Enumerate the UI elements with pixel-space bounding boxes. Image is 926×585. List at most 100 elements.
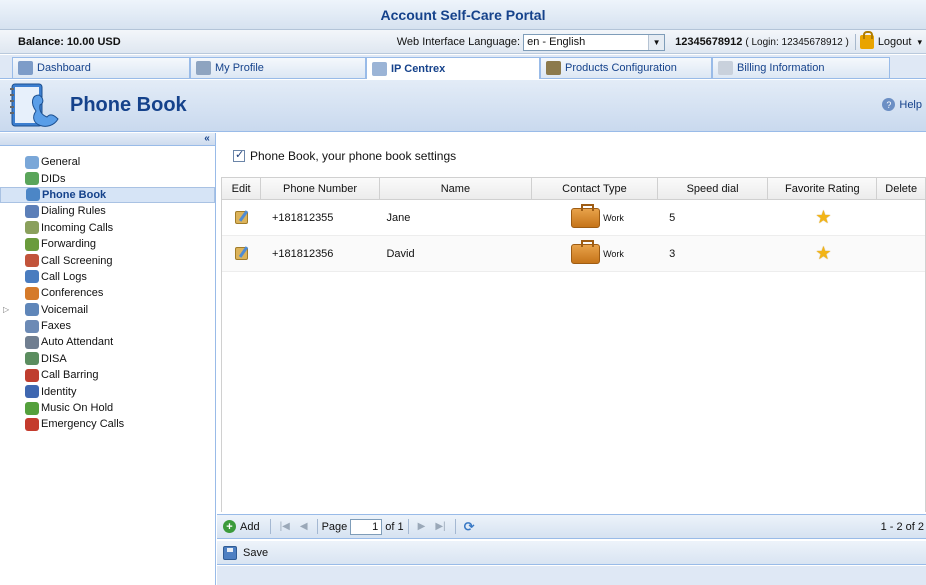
emergency-icon [25, 417, 39, 431]
sidebar-item-general[interactable]: General [0, 154, 215, 170]
portal-title: Account Self-Care Portal [380, 6, 546, 23]
delete-cell [878, 236, 925, 271]
language-select[interactable]: en - English ▼ [523, 33, 666, 51]
grid-header: Edit Phone Number Name Contact Type Spee… [222, 178, 925, 200]
sidebar-item-label: Emergency Calls [41, 418, 125, 431]
edit-icon[interactable] [234, 211, 248, 224]
logout-label: Logout [877, 36, 912, 48]
sidebar-item-music-on-hold[interactable]: Music On Hold [0, 400, 215, 416]
star-icon[interactable]: ★ [815, 243, 831, 264]
page-count: of 1 [385, 520, 404, 533]
logout-button[interactable]: Logout ▾ [859, 31, 922, 49]
contact-type-label: Work [603, 248, 624, 259]
sidebar-item-call-screening[interactable]: Call Screening [0, 252, 215, 268]
pagination-toolbar: + Add |◀ ◀ Page 1 of 1 ▶ ▶| ⟳ 1 - 2 of 2 [217, 514, 926, 539]
separator [407, 519, 409, 534]
table-row: +181812356 David Work 3 ★ [222, 236, 925, 272]
account-number: 12345678912 [675, 36, 743, 48]
portal-title-bar: Account Self-Care Portal [0, 0, 926, 30]
phone-number-cell: +181812355 [271, 211, 334, 224]
sidebar-item-label: Call Barring [41, 369, 99, 382]
music-icon [25, 401, 39, 415]
sidebar-item-label: Music On Hold [41, 402, 114, 415]
name-cell: Jane [386, 211, 411, 224]
previous-page-icon[interactable]: ◀ [300, 521, 308, 532]
add-button[interactable]: Add [240, 521, 260, 533]
billing-icon [718, 61, 733, 75]
edit-icon[interactable] [234, 247, 248, 260]
tab-label: Products Configuration [565, 62, 677, 74]
profile-icon [196, 61, 211, 75]
sidebar-item-label: Call Logs [41, 270, 87, 283]
tab-ip-centrex[interactable]: IP Centrex [366, 57, 540, 79]
sidebar-item-dialing-rules[interactable]: Dialing Rules [0, 203, 215, 219]
products-icon [546, 61, 561, 75]
sidebar-item-conferences[interactable]: Conferences [0, 285, 215, 301]
tab-products-configuration[interactable]: Products Configuration [540, 57, 712, 78]
column-header-contact-type[interactable]: Contact Type [532, 178, 658, 199]
page-title: Phone Book [70, 94, 187, 116]
sidebar-item-disa[interactable]: DISA [0, 351, 215, 367]
sidebar-item-dids[interactable]: DIDs [0, 170, 215, 186]
column-header-favorite-rating[interactable]: Favorite Rating [768, 178, 878, 199]
sidebar-item-auto-attendant[interactable]: Auto Attendant [0, 334, 215, 350]
phone-book-icon [26, 188, 40, 202]
gear-icon [372, 61, 387, 76]
first-page-icon[interactable]: |◀ [280, 521, 290, 532]
forwarding-icon [25, 237, 39, 251]
column-header-phone-number[interactable]: Phone Number [261, 178, 380, 199]
settings-label: Phone Book, your phone book settings [250, 149, 457, 163]
column-header-delete[interactable]: Delete [877, 178, 925, 199]
chevron-down-icon[interactable]: ▼ [648, 34, 665, 50]
info-bar: Balance: 10.00 USD Web Interface Languag… [0, 30, 926, 54]
separator [316, 519, 318, 534]
tab-my-profile[interactable]: My Profile [190, 57, 366, 78]
sidebar-item-identity[interactable]: Identity [0, 383, 215, 399]
sidebar-item-label: Phone Book [42, 188, 107, 201]
fax-icon [25, 319, 39, 333]
chevron-down-icon: ▾ [917, 36, 922, 47]
contact-type-cell: Work [531, 200, 659, 235]
last-page-icon[interactable]: ▶| [435, 521, 445, 532]
save-button[interactable]: Save [243, 547, 268, 559]
sidebar-item-voicemail[interactable]: ▷ Voicemail [0, 302, 215, 318]
identity-icon [25, 385, 39, 399]
phone-book-icon [6, 81, 64, 131]
help-button[interactable]: ? Help [882, 98, 922, 111]
page-header: Phone Book ? Help [0, 80, 926, 132]
tab-billing-information[interactable]: Billing Information [712, 57, 890, 78]
contact-type-cell: Work [531, 236, 659, 271]
sidebar-item-label: Dialing Rules [41, 205, 106, 218]
sidebar-item-faxes[interactable]: Faxes [0, 318, 215, 334]
save-toolbar: Save [217, 541, 926, 565]
sidebar-item-forwarding[interactable]: Forwarding [0, 236, 215, 252]
column-header-speed-dial[interactable]: Speed dial [658, 178, 769, 199]
sidebar-item-label: Voicemail [41, 303, 89, 316]
tab-dashboard[interactable]: Dashboard [12, 57, 190, 78]
star-icon[interactable]: ★ [815, 207, 831, 228]
sidebar-item-emergency-calls[interactable]: Emergency Calls [0, 416, 215, 432]
sidebar: « General DIDs Phone Book Dialing Rules … [0, 133, 216, 585]
sidebar-item-phone-book[interactable]: Phone Book [0, 186, 215, 204]
page-number-input[interactable]: 1 [350, 518, 383, 535]
call-barring-icon [25, 368, 39, 382]
save-icon[interactable] [223, 545, 237, 560]
column-header-edit[interactable]: Edit [222, 178, 262, 199]
separator [854, 34, 856, 50]
speed-dial-cell: 5 [669, 211, 676, 224]
speed-dial-cell: 3 [669, 247, 676, 260]
dashboard-icon [18, 61, 33, 75]
column-header-name[interactable]: Name [380, 178, 532, 199]
favorite-cell: ★ [769, 200, 877, 235]
add-icon[interactable]: + [223, 520, 236, 533]
settings-checkbox[interactable] [233, 148, 245, 162]
sidebar-item-call-logs[interactable]: Call Logs [0, 269, 215, 285]
did-icon [25, 172, 39, 186]
sidebar-item-incoming-calls[interactable]: Incoming Calls [0, 220, 215, 236]
sidebar-item-call-barring[interactable]: Call Barring [0, 367, 215, 383]
expand-icon[interactable]: ▷ [3, 305, 9, 314]
next-page-icon[interactable]: ▶ [418, 521, 426, 532]
phone-book-settings-toggle[interactable]: Phone Book, your phone book settings [233, 148, 457, 163]
refresh-icon[interactable]: ⟳ [464, 519, 475, 535]
collapse-sidebar-button[interactable]: « [201, 133, 213, 145]
